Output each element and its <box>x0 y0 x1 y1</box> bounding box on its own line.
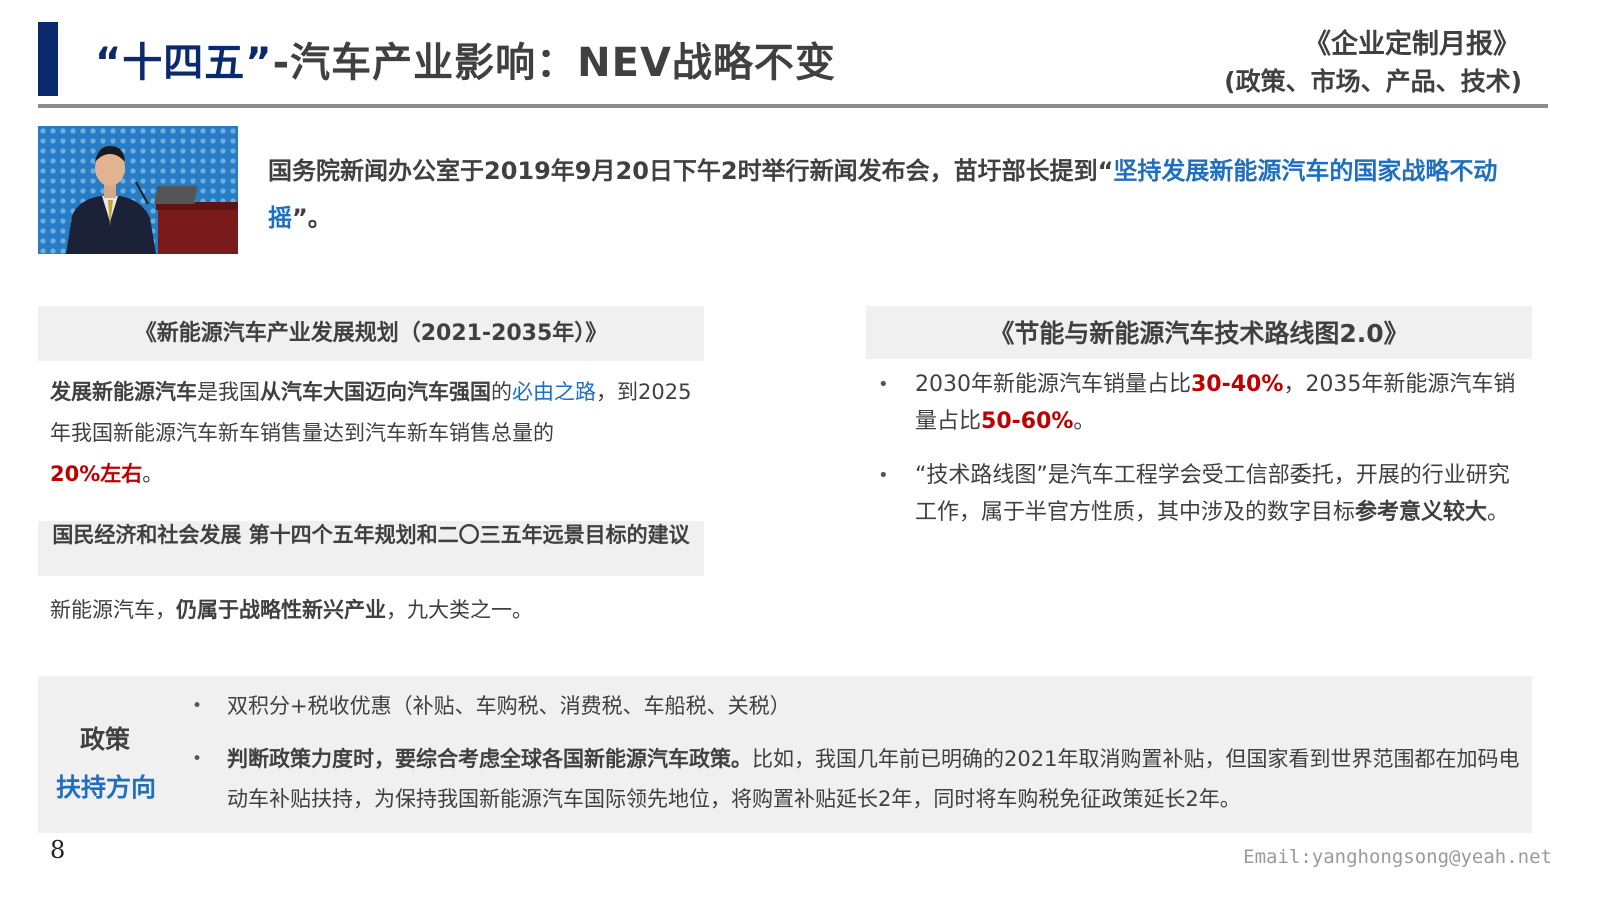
roadmap-item1-e: 。 <box>1073 409 1096 434</box>
page-title: “十四五”-汽车产业影响：NEV战略不变 <box>95 30 836 88</box>
nev-plan-paragraph: 发展新能源汽车是我国从汽车大国迈向汽车强国的必由之路，到2025年我国新能源汽车… <box>50 372 700 495</box>
policy-label: 政策 <box>80 725 131 754</box>
title-accent-bar <box>38 22 58 96</box>
speaker-photo <box>38 126 238 254</box>
roadmap-item1-d: 50-60% <box>981 409 1074 434</box>
list-item: • “技术路线图”是汽车工程学会受工信部委托，开展的行业研究工作，属于半官方性质，… <box>875 457 1525 531</box>
roadmap-item2-b: 参考意义较大 <box>1355 500 1488 525</box>
policy-direction-label: 扶持方向 <box>56 773 157 802</box>
bullet-icon: • <box>192 749 203 769</box>
five-year-plan-heading: 国民经济和社会发展 第十四个五年规划和二〇三五年远景目标的建议 <box>38 521 704 576</box>
intro-text: 国务院新闻办公室于2019年9月20日下午2时举行新闻发布会，苗圩部长提到“ <box>268 157 1114 185</box>
tech-roadmap-list: • 2030年新能源汽车销量占比30-40%，2035年新能源汽车销量占比50-6… <box>875 366 1525 548</box>
tech-roadmap-heading: 《节能与新能源汽车技术路线图2.0》 <box>866 306 1532 359</box>
report-name: 《企业定制月报》 <box>1304 29 1520 60</box>
bullet-icon: • <box>192 696 203 716</box>
page-title-quote: “十四五” <box>95 40 273 86</box>
nev-plan-text-5: 必由之路 <box>512 380 596 404</box>
roadmap-item1-a: 2030年新能源汽车销量占比 <box>915 372 1191 397</box>
bullet-icon: • <box>878 465 889 486</box>
nev-plan-text-3: 从汽车大国迈向汽车强国 <box>260 380 491 404</box>
list-item: • 2030年新能源汽车销量占比30-40%，2035年新能源汽车销量占比50-6… <box>875 366 1525 440</box>
roadmap-item2-c: 。 <box>1487 500 1510 525</box>
policy-item1: 双积分+税收优惠（补贴、车购税、消费税、车船税、关税） <box>227 694 791 718</box>
nev-plan-heading: 《新能源汽车产业发展规划（2021-2035年）》 <box>38 306 704 361</box>
contact-email: Email:yanghongsong@yeah.net <box>1243 846 1552 868</box>
five-year-plan-text-3: ，九大类之一。 <box>386 598 533 622</box>
nev-plan-target: 20%左右 <box>50 462 143 486</box>
list-item: • 双积分+税收优惠（补贴、车购税、消费税、车船税、关税） <box>190 686 1525 726</box>
roadmap-item1-b: 30-40% <box>1191 372 1284 397</box>
intro-statement: 国务院新闻办公室于2019年9月20日下午2时举行新闻发布会，苗圩部长提到“坚持… <box>268 148 1536 242</box>
five-year-plan-text-2: 仍属于战略性新兴产业 <box>176 598 386 622</box>
nev-plan-text-8: 。 <box>142 462 164 486</box>
report-subtitle: (政策、市场、产品、技术) <box>1224 67 1522 96</box>
nev-plan-text-2: 是我国 <box>197 380 260 404</box>
five-year-plan-text-1: 新能源汽车， <box>50 598 176 622</box>
nev-plan-text-1: 发展新能源汽车 <box>50 380 197 404</box>
five-year-plan-paragraph: 新能源汽车，仍属于战略性新兴产业，九大类之一。 <box>50 592 700 628</box>
policy-list: • 双积分+税收优惠（补贴、车购税、消费税、车船税、关税） • 判断政策力度时，要综… <box>190 686 1525 832</box>
bullet-icon: • <box>878 374 889 395</box>
intro-tail: ”。 <box>292 204 332 232</box>
nev-plan-text-4: 的 <box>491 380 512 404</box>
list-item: • 判断政策力度时，要综合考虑全球各国新能源汽车政策。比如，我国几年前已明确的20… <box>190 739 1525 819</box>
speaker-photo-illustration <box>38 126 238 254</box>
page-number: 8 <box>50 836 66 864</box>
header-divider <box>38 104 1548 108</box>
page-title-rest: -汽车产业影响：NEV战略不变 <box>272 40 836 86</box>
policy-item2-bold: 判断政策力度时，要综合考虑全球各国新能源汽车政策。 <box>227 747 752 771</box>
